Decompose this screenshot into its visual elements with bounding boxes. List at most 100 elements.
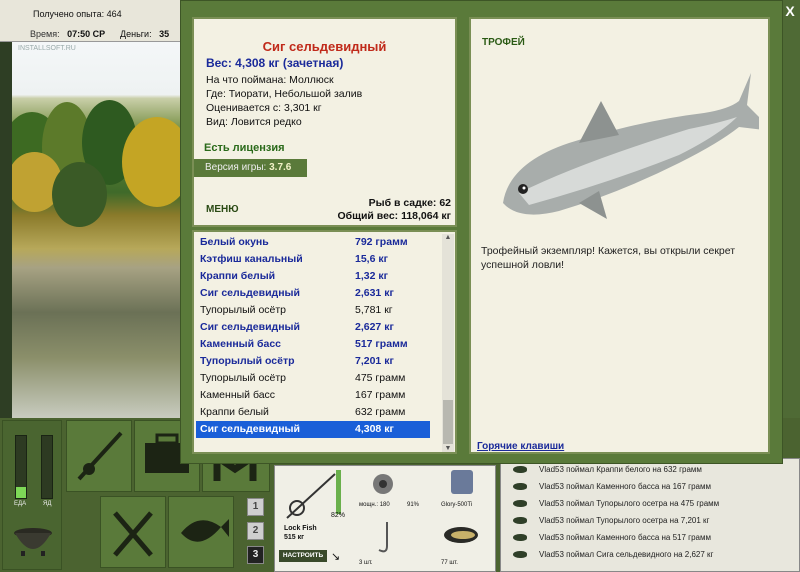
catch-name: Сиг сельдевидный xyxy=(200,287,300,299)
catch-row[interactable]: Тупорылый осётр 7,201 кг xyxy=(196,353,430,370)
catch-weight: 2,627 кг xyxy=(355,321,394,333)
catch-weight: 4,308 кг xyxy=(355,423,394,435)
catch-weight: 5,781 кг xyxy=(355,304,393,316)
time-display: Время: 07:50 СР xyxy=(30,29,105,39)
money-label: Деньги: xyxy=(120,29,152,39)
food-bar xyxy=(15,435,27,499)
version-badge: Версия игры: 3.7.6 xyxy=(194,159,307,177)
poison-bar xyxy=(41,435,53,499)
catch-row[interactable]: Сиг сельдевидный 4,308 кг xyxy=(196,421,430,438)
left-strip xyxy=(0,42,12,418)
chat-log: Vlad53 поймал Краппи белого на 632 грамм… xyxy=(500,458,800,572)
line-spool-icon[interactable] xyxy=(445,468,479,498)
trophy-text: Трофейный экземпляр! Кажется, вы открыли… xyxy=(481,245,736,271)
tree xyxy=(122,117,180,207)
slot-1[interactable]: 1 xyxy=(247,498,264,516)
line-name: Glory-500Ti xyxy=(441,502,473,508)
catch-name: Тупорылый осётр xyxy=(200,355,295,367)
catch-row[interactable]: Кэтфиш канальный 15,6 кг xyxy=(196,251,430,268)
keepnet-count: Рыб в садке: 62 xyxy=(368,197,451,209)
scroll-down-icon[interactable]: ▼ xyxy=(442,445,454,452)
close-button[interactable]: X xyxy=(782,2,798,20)
fish-valued: Оценивается с: 3,301 кг xyxy=(206,102,322,114)
time-label: Время: xyxy=(30,29,60,39)
scroll-up-icon[interactable]: ▲ xyxy=(442,234,454,241)
hook-icon[interactable] xyxy=(367,518,403,558)
keepnet-summary: Рыб в садке: 62 Общий вес: 118,064 кг xyxy=(337,197,451,223)
catch-row[interactable]: Тупорылый осётр 475 грамм xyxy=(196,370,430,387)
catch-weight: 1,32 кг xyxy=(355,270,388,282)
catch-name: Сиг сельдевидный xyxy=(200,423,300,435)
scrollbar[interactable]: ▲ ▼ xyxy=(442,234,454,452)
mussel-bait-icon[interactable] xyxy=(441,520,481,550)
fishing-rod-icon xyxy=(77,431,123,481)
catch-weight: 7,201 кг xyxy=(355,355,394,367)
reel-icon[interactable] xyxy=(367,470,403,498)
slot-3[interactable]: 3 xyxy=(247,546,264,564)
fish-name: Сиг сельдевидный xyxy=(262,39,387,54)
reel-info: мощн.: 180 xyxy=(359,502,390,508)
catch-name: Тупорылый осётр xyxy=(200,372,287,384)
catch-weight: 517 грамм xyxy=(355,338,408,350)
catch-list[interactable]: Белый окунь 792 грамм Кэтфиш канальный 15,6… xyxy=(192,230,457,454)
poison-label: ЯД xyxy=(43,501,52,507)
fish-button[interactable] xyxy=(168,496,234,568)
trophy-panel: ТРОФЕЙ Трофейный экземпляр! Кажется, вы … xyxy=(469,17,770,454)
catch-name: Краппи белый xyxy=(200,270,276,282)
catch-weight: 15,6 кг xyxy=(355,253,388,265)
rod-weight: 515 кг xyxy=(284,534,305,541)
reel-percent: 91% xyxy=(407,502,420,508)
fish-icon xyxy=(181,519,229,542)
fish-trophy-image xyxy=(503,73,759,219)
cauldron-icon[interactable] xyxy=(11,521,55,557)
setup-button[interactable]: НАСТРОИТЬ xyxy=(279,550,327,562)
catch-row[interactable]: Каменный басс 167 грамм xyxy=(196,387,430,404)
catch-row[interactable]: Сиг сельдевидный 2,631 кг xyxy=(196,285,430,302)
experience-label: Получено опыта: 464 xyxy=(33,9,122,19)
fish-kind: Вид: Ловится редко xyxy=(206,116,302,128)
scroll-thumb[interactable] xyxy=(443,400,453,444)
catch-row[interactable]: Краппи белый 1,32 кг xyxy=(196,268,430,285)
fish-weight: Вес: 4,308 кг (зачетная) xyxy=(206,56,344,70)
rod-durability-bar xyxy=(336,470,341,514)
catch-row[interactable]: Краппи белый 632 грамм xyxy=(196,404,430,421)
money-display: Деньги: 35 xyxy=(120,29,169,39)
fish-bait: На что поймана: Моллюск xyxy=(206,74,334,86)
fish-info-panel: Сиг сельдевидный Вес: 4,308 кг (зачетная… xyxy=(192,17,457,227)
catch-weight: 167 грамм xyxy=(355,389,406,401)
catch-name: Кэтфиш канальный xyxy=(200,253,303,265)
catch-name: Каменный басс xyxy=(200,389,276,401)
keepnet-weight: Общий вес: 118,064 кг xyxy=(337,210,451,222)
catch-weight: 475 грамм xyxy=(355,372,406,384)
money-value: 35 xyxy=(159,29,170,39)
lake-scene: INSTALLSOFT.RU xyxy=(12,42,180,418)
time-value: 07:50 СР xyxy=(67,29,106,39)
food-label: ЕДА xyxy=(14,501,27,507)
catch-name: Тупорылый осётр xyxy=(200,304,287,316)
hooks-count: 3 шт. xyxy=(359,560,373,566)
version-value: 3.7.6 xyxy=(269,162,292,173)
chat-line: Vlad53 поймал Тупорылого осетра на 475 г… xyxy=(501,495,799,512)
chat-line: Vlad53 поймал Каменного басса на 167 гра… xyxy=(501,478,799,495)
bait-count: 77 шт. xyxy=(441,560,458,566)
tree xyxy=(52,162,107,227)
tackle-panel: 82% Lock Fish 515 кг НАСТРОИТЬ ↘ мощн.: … xyxy=(274,465,496,572)
status-bar: Получено опыта: 464 Время: 07:50 СР День… xyxy=(0,0,200,42)
catch-name: Каменный басс xyxy=(200,338,282,350)
catch-row[interactable]: Белый окунь 792 грамм xyxy=(196,234,430,251)
slot-2[interactable]: 2 xyxy=(247,522,264,540)
catch-name: Краппи белый xyxy=(200,406,269,418)
license-status: Есть лицензия xyxy=(204,142,285,154)
menu-button[interactable]: МЕНЮ xyxy=(206,204,239,215)
rods-button[interactable] xyxy=(66,420,132,492)
watermark: INSTALLSOFT.RU xyxy=(18,45,76,52)
food-button[interactable] xyxy=(100,496,166,568)
food-bar-fill xyxy=(16,486,26,498)
rod-name: Lock Fish xyxy=(284,525,317,532)
catch-row[interactable]: Каменный басс 517 грамм xyxy=(196,336,430,353)
catch-row[interactable]: Тупорылый осётр 5,781 кг xyxy=(196,302,430,319)
chat-line: Vlad53 поймал Каменного басса на 517 гра… xyxy=(501,529,799,546)
hotkeys-link[interactable]: Горячие клавиши xyxy=(477,441,564,452)
catch-row[interactable]: Сиг сельдевидный 2,627 кг xyxy=(196,319,430,336)
catch-name: Сиг сельдевидный xyxy=(200,321,300,333)
